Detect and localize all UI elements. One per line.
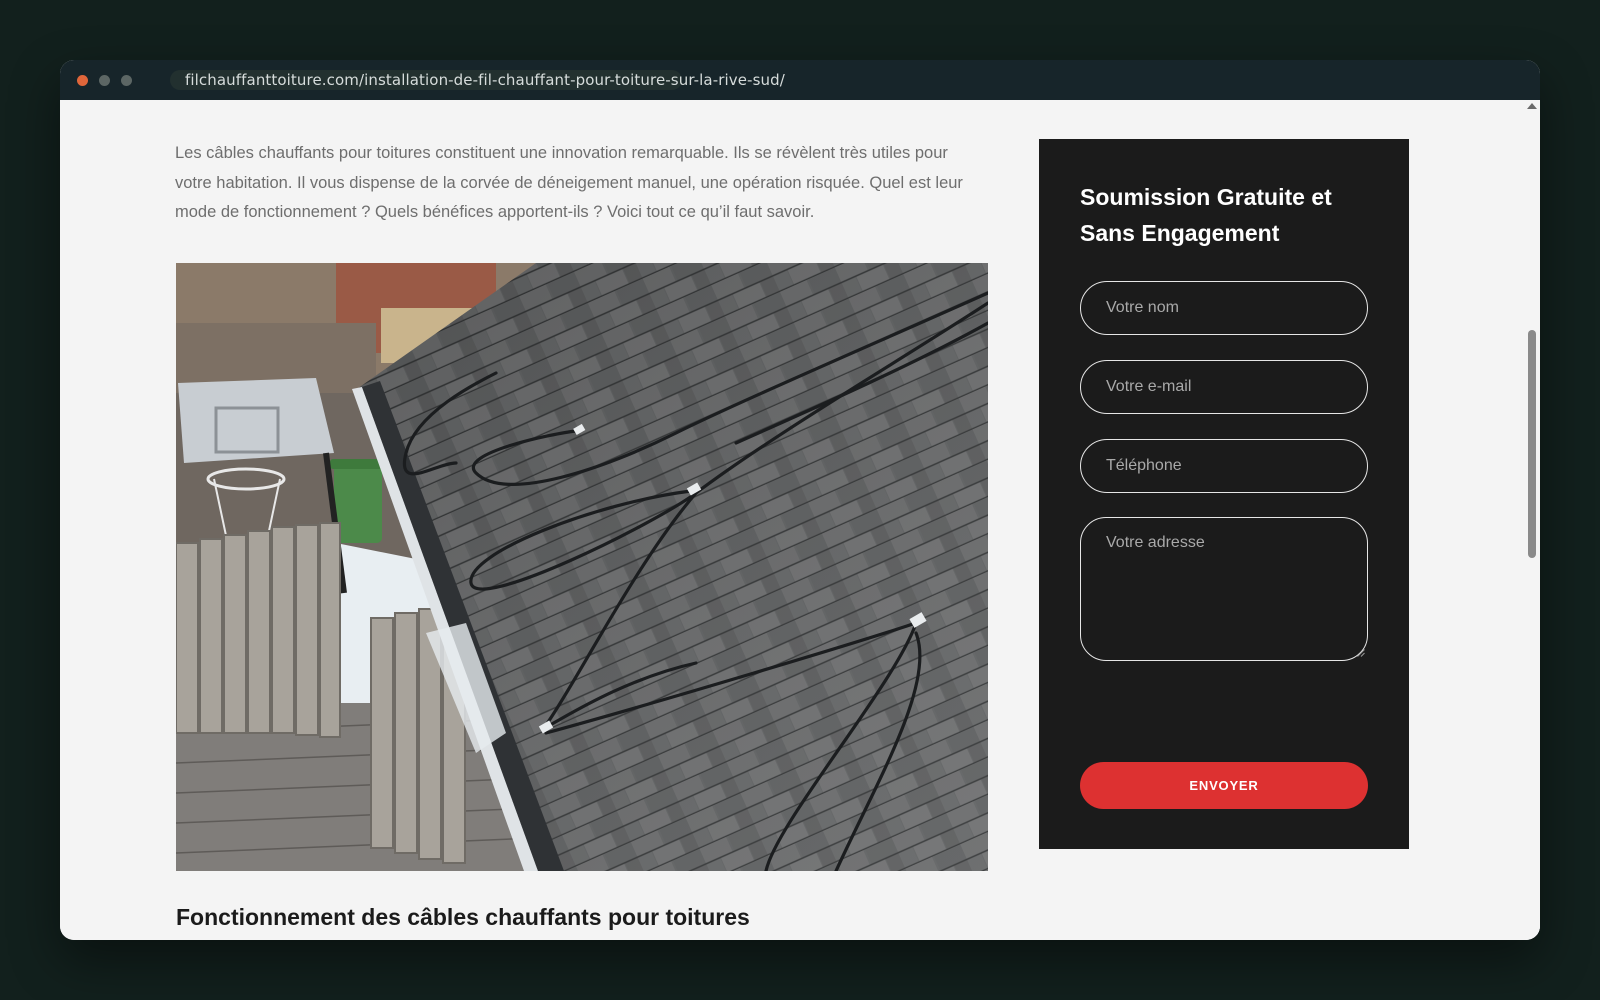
page-scrollbar[interactable] xyxy=(1524,100,1540,940)
close-window-button[interactable] xyxy=(77,75,88,86)
email-field[interactable] xyxy=(1080,360,1368,414)
form-title: Soumission Gratuite et Sans Engagement xyxy=(1080,184,1332,246)
browser-titlebar: filchauffanttoiture.com/installation-de-… xyxy=(60,60,1540,100)
name-field[interactable] xyxy=(1080,281,1368,335)
page-viewport: Les câbles chauffants pour toitures cons… xyxy=(60,100,1540,940)
resize-grip-icon[interactable] xyxy=(1357,649,1365,657)
address-bar[interactable]: filchauffanttoiture.com/installation-de-… xyxy=(170,70,785,90)
phone-field[interactable] xyxy=(1080,439,1368,493)
submit-button[interactable]: ENVOYER xyxy=(1080,762,1368,809)
minimize-window-button[interactable] xyxy=(99,75,110,86)
roof-heating-cable-photo xyxy=(176,263,988,871)
browser-window: filchauffanttoiture.com/installation-de-… xyxy=(60,60,1540,940)
address-field[interactable] xyxy=(1080,517,1368,661)
quote-form: Soumission Gratuite et Sans Engagement E… xyxy=(1039,139,1409,849)
scrollbar-thumb[interactable] xyxy=(1528,330,1536,558)
section-heading: Fonctionnement des câbles chauffants pou… xyxy=(176,904,750,930)
scroll-up-arrow-icon[interactable] xyxy=(1527,103,1537,109)
article-intro: Les câbles chauffants pour toitures cons… xyxy=(175,144,963,221)
maximize-window-button[interactable] xyxy=(121,75,132,86)
